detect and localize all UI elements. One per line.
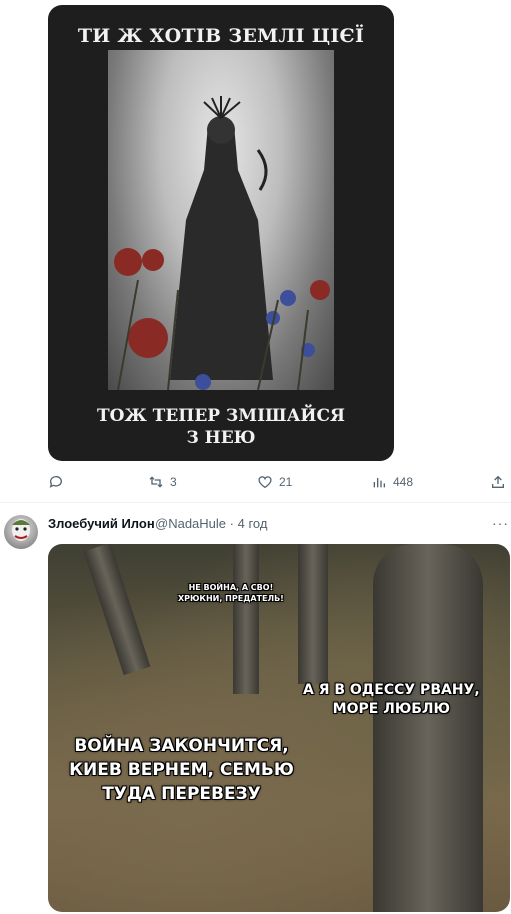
more-horizontal-icon: ··· xyxy=(492,515,509,531)
meme-text-top-line2: ХРЮКНИ, ПРЕДАТЕЛЬ! xyxy=(178,594,284,603)
like-count: 21 xyxy=(279,475,293,489)
retweet-button[interactable]: 3 xyxy=(148,472,177,492)
tree-trunk xyxy=(298,544,328,684)
retweet-icon xyxy=(149,476,163,488)
retweet-count: 3 xyxy=(170,475,177,489)
author-meta: @NadaHule · 4 год xyxy=(155,516,267,532)
meme-text-left: ВОЙНА ЗАКОНЧИТСЯ, КИЕВ ВЕРНЕМ, СЕМЬЮ ТУД… xyxy=(54,734,309,806)
views-chart-icon xyxy=(373,478,385,488)
time-separator: · xyxy=(229,516,234,531)
meme-text-left-line3: ТУДА ПЕРЕВЕЗУ xyxy=(102,784,261,804)
meme-text-right-line2: МОРЕ ЛЮБЛЮ xyxy=(332,701,450,717)
caption-bottom-line2: З НЕЮ xyxy=(186,428,256,448)
views-count: 448 xyxy=(393,475,414,489)
tree-trunk xyxy=(373,544,483,912)
meme-text-left-line1: ВОЙНА ЗАКОНЧИТСЯ, xyxy=(74,736,289,756)
tweet-time[interactable]: 4 год xyxy=(238,516,268,531)
meme-text-right-line1: А Я В ОДЕССУ РВАНУ, xyxy=(303,682,480,698)
image-caption-top: ТИ Ж ХОТІВ ЗЕМЛІ ЦІЄЇ xyxy=(77,25,365,47)
figure-illustration xyxy=(114,96,330,391)
heart-icon xyxy=(258,476,272,489)
tweet2-image[interactable]: НЕ ВОЙНА, А СВО! ХРЮКНИ, ПРЕДАТЕЛЬ! А Я … xyxy=(48,544,510,912)
caption-bottom-line1: ТОЖ ТЕПЕР ЗМІШАЙСЯ xyxy=(96,406,346,426)
avatar[interactable] xyxy=(4,515,38,549)
share-button[interactable] xyxy=(490,472,506,492)
meme-text-top-line1: НЕ ВОЙНА, А СВО! xyxy=(188,583,274,592)
author-name[interactable]: Злоебучий Илон xyxy=(48,516,155,532)
meme-text-top: НЕ ВОЙНА, А СВО! ХРЮКНИ, ПРЕДАТЕЛЬ! xyxy=(178,582,284,604)
more-options-button[interactable]: ··· xyxy=(492,515,509,531)
image-caption-bottom: ТОЖ ТЕПЕР ЗМІШАЙСЯ З НЕЮ xyxy=(48,405,394,449)
tweet1-image[interactable]: ТИ Ж ХОТІВ ЗЕМЛІ ЦІЄЇ ТОЖ ТЕПЕР ЗМІШАЙСЯ… xyxy=(48,5,394,461)
views-button[interactable]: 448 xyxy=(371,472,413,492)
share-icon xyxy=(492,475,504,488)
tweet-divider xyxy=(0,502,511,503)
image-illustration xyxy=(108,50,334,391)
reply-icon xyxy=(49,476,62,488)
tree-trunk xyxy=(83,544,151,676)
author-handle[interactable]: @NadaHule xyxy=(155,516,226,531)
reply-button[interactable] xyxy=(48,472,70,492)
tree-trunk xyxy=(233,544,259,694)
meme-text-right: А Я В ОДЕССУ РВАНУ, МОРЕ ЛЮБЛЮ xyxy=(303,681,480,719)
meme-text-left-line2: КИЕВ ВЕРНЕМ, СЕМЬЮ xyxy=(69,760,294,780)
avatar-image xyxy=(12,519,30,541)
like-button[interactable]: 21 xyxy=(257,472,292,492)
